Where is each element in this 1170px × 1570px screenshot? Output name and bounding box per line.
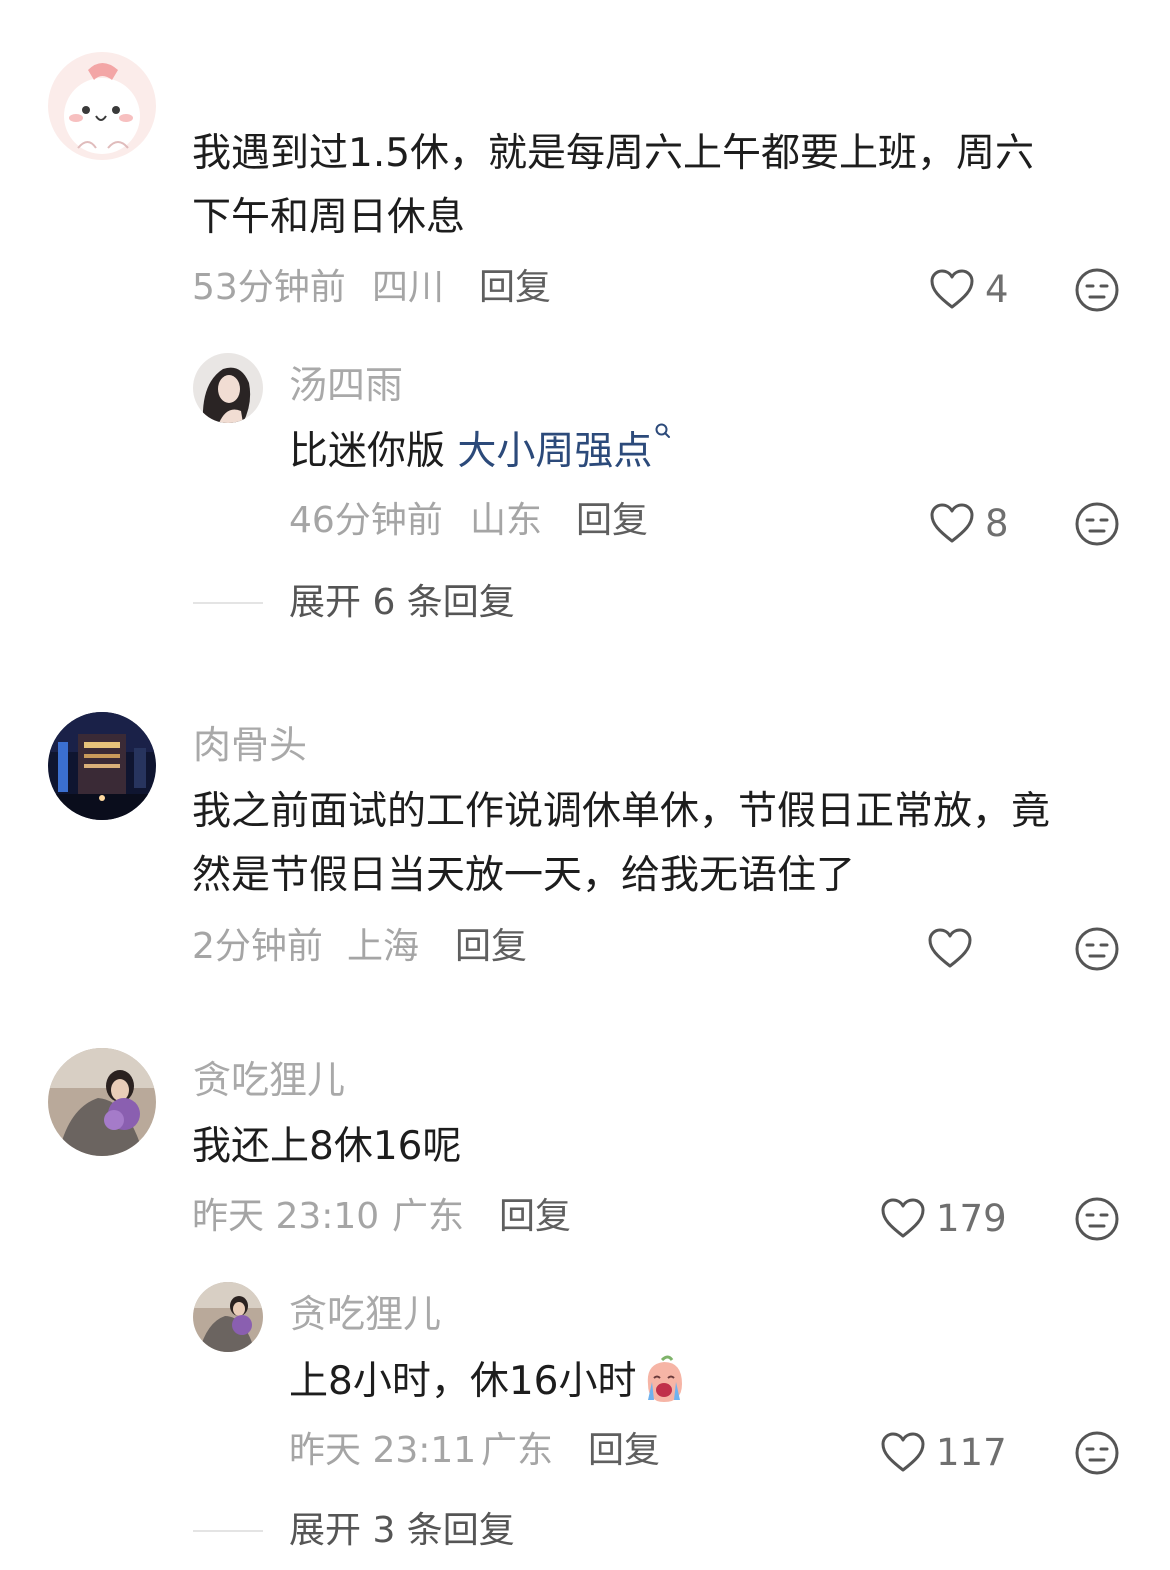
- avatar[interactable]: [193, 1282, 263, 1352]
- comment-time: 昨天 23:10: [192, 1196, 380, 1237]
- comment-location: 上海: [347, 926, 420, 967]
- avatar[interactable]: [48, 712, 156, 820]
- comment-text-line: 我遇到过1.5休，就是每周六上午都要上班，周六: [192, 131, 1035, 176]
- avatar[interactable]: [48, 1048, 156, 1156]
- comment-text: 我遇到过1.5休，就是每周六上午都要上班，周六 下午和周日休息: [192, 122, 1034, 250]
- like-count: 4: [985, 267, 1009, 311]
- expand-replies-label: 展开 3 条回复: [289, 1510, 515, 1551]
- dislike-button[interactable]: [1074, 267, 1120, 313]
- comment-text: 我之前面试的工作说调休单休，节假日正常放，竟 然是节假日当天放一天，给我无语住了: [192, 780, 1050, 908]
- comment-text-prefix: 比迷你版: [289, 429, 458, 474]
- heart-outline-icon: [881, 1198, 925, 1238]
- like-count: 179: [936, 1196, 1007, 1240]
- reply-button[interactable]: 回复: [588, 1433, 660, 1469]
- dislike-button[interactable]: [1074, 926, 1120, 972]
- reply-button[interactable]: 回复: [499, 1199, 571, 1235]
- comment-location: 四川: [372, 267, 445, 308]
- neutral-face-icon: [1075, 1431, 1119, 1475]
- dislike-button[interactable]: [1074, 1196, 1120, 1242]
- comment-time: 昨天 23:11: [289, 1430, 477, 1471]
- comment-location: 山东: [470, 500, 543, 541]
- divider: [193, 602, 263, 604]
- comment-time: 2分钟前: [192, 926, 323, 967]
- expand-replies-button[interactable]: 展开 6 条回复: [193, 585, 515, 621]
- like-button[interactable]: 117: [880, 1431, 1007, 1473]
- expand-replies-label: 展开 6 条回复: [289, 582, 515, 623]
- divider: [193, 1530, 263, 1532]
- username[interactable]: 汤四雨: [289, 366, 403, 404]
- dislike-button[interactable]: [1074, 1430, 1120, 1476]
- like-button[interactable]: 4: [929, 268, 1009, 310]
- comment-text: 上8小时，休16小时: [289, 1350, 690, 1414]
- heart-outline-icon: [928, 928, 972, 968]
- reply-button[interactable]: 回复: [576, 503, 648, 539]
- heart-outline-icon: [930, 269, 974, 309]
- username[interactable]: 贪吃狸儿: [193, 1061, 345, 1099]
- comment-text-line: 我还上8休16呢: [192, 1124, 462, 1169]
- expand-replies-button[interactable]: 展开 3 条回复: [193, 1513, 515, 1549]
- comment-text-line: 我之前面试的工作说调休单休，节假日正常放，竟: [192, 789, 1051, 834]
- reply-button[interactable]: 回复: [455, 929, 527, 965]
- username[interactable]: 贪吃狸儿: [289, 1295, 441, 1333]
- heart-outline-icon: [881, 1432, 925, 1472]
- comment-text: 比迷你版 大小周强点: [289, 420, 672, 484]
- neutral-face-icon: [1075, 268, 1119, 312]
- search-link[interactable]: 大小周强点: [457, 429, 652, 474]
- comment-time: 46分钟前: [289, 500, 443, 541]
- dislike-button[interactable]: [1074, 501, 1120, 547]
- comment-location: 广东: [481, 1430, 554, 1471]
- like-count: 117: [936, 1430, 1007, 1474]
- comment-time: 53分钟前: [192, 267, 346, 308]
- like-button[interactable]: [927, 927, 983, 969]
- comment-text: 我还上8休16呢: [192, 1115, 461, 1179]
- avatar[interactable]: [48, 52, 156, 160]
- comment-text-line: 上8小时，休16小时: [289, 1359, 637, 1404]
- neutral-face-icon: [1075, 927, 1119, 971]
- neutral-face-icon: [1075, 1197, 1119, 1241]
- comment-text-line: 下午和周日休息: [192, 195, 466, 240]
- heart-outline-icon: [930, 503, 974, 543]
- neutral-face-icon: [1075, 502, 1119, 546]
- like-count: 8: [985, 501, 1009, 545]
- search-icon[interactable]: [654, 422, 672, 440]
- like-button[interactable]: 179: [880, 1197, 1007, 1239]
- reply-button[interactable]: 回复: [479, 270, 551, 306]
- like-button[interactable]: 8: [929, 502, 1009, 544]
- username[interactable]: 肉骨头: [193, 726, 307, 764]
- comment-text-line: 然是节假日当天放一天，给我无语住了: [192, 853, 856, 898]
- avatar[interactable]: [193, 353, 263, 423]
- comment-location: 广东: [392, 1196, 465, 1237]
- crying-face-emoji-icon: [648, 1355, 683, 1402]
